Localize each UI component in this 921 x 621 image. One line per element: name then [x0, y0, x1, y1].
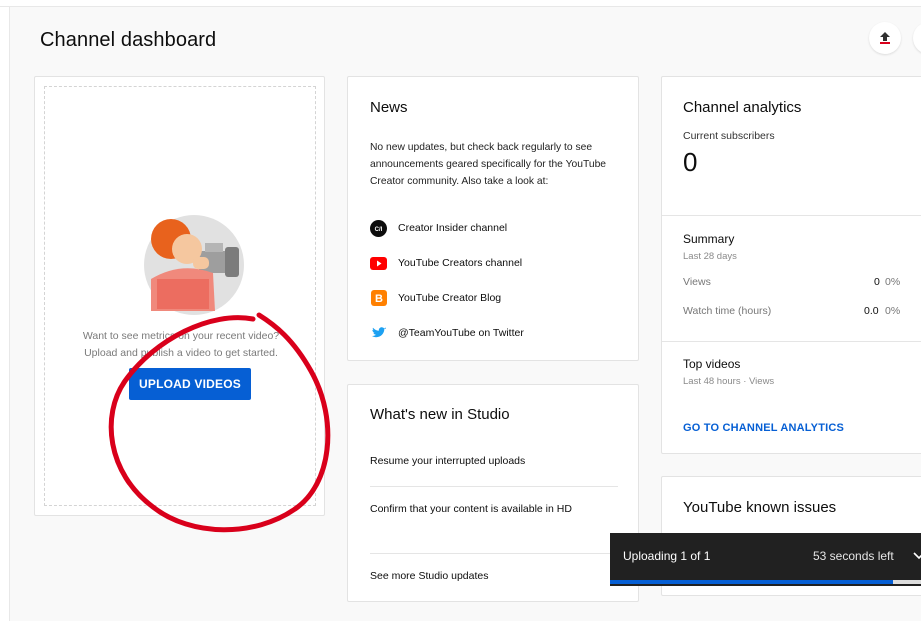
- svg-text:C/I: C/I: [375, 227, 383, 233]
- account-avatar[interactable]: [913, 22, 921, 54]
- twitter-bird-icon: [370, 325, 387, 342]
- analytics-divider: [662, 341, 921, 342]
- metric-change: 0%: [885, 276, 901, 288]
- youtube-creators-link[interactable]: YouTube Creators channel: [370, 254, 522, 272]
- creator-insider-label: Creator Insider channel: [398, 222, 508, 234]
- creator-insider-link[interactable]: C/I Creator Insider channel: [370, 219, 507, 237]
- upload-icon[interactable]: [869, 22, 901, 54]
- studio-divider: [370, 486, 618, 487]
- youtube-creators-label: YouTube Creators channel: [398, 257, 523, 269]
- metric-change: 0%: [885, 305, 901, 317]
- metric-value: 0.0: [864, 305, 879, 317]
- upload-status: Uploading 1 of 1: [623, 549, 711, 563]
- metric-label: Views: [683, 276, 711, 288]
- twitter-link[interactable]: @TeamYouTube on Twitter: [370, 324, 524, 342]
- studio-title: What's new in Studio: [370, 406, 510, 423]
- twitter-label: @TeamYouTube on Twitter: [398, 327, 524, 339]
- channel-analytics-card: Channel analytics Current subscribers 0 …: [661, 76, 921, 454]
- news-title: News: [370, 99, 408, 116]
- creator-insider-icon: C/I: [370, 219, 387, 237]
- upload-videos-button[interactable]: UPLOAD VIDEOS: [129, 368, 251, 400]
- top-videos-period: Last 48 hours · Views: [683, 376, 775, 387]
- creator-blog-label: YouTube Creator Blog: [398, 292, 502, 304]
- analytics-divider: [662, 215, 921, 216]
- creator-blog-link[interactable]: B YouTube Creator Blog: [370, 289, 501, 307]
- upload-prompt-line1: Want to see metrics on your recent video…: [82, 330, 280, 342]
- upload-progress-toast[interactable]: Uploading 1 of 1 53 seconds left: [610, 533, 921, 586]
- studio-item-resume-uploads[interactable]: Resume your interrupted uploads: [370, 453, 620, 470]
- known-issues-title: YouTube known issues: [683, 499, 837, 516]
- summary-period: Last 28 days: [683, 251, 737, 262]
- metric-value: 0: [874, 276, 880, 288]
- subscribers-label: Current subscribers: [683, 130, 775, 142]
- upload-prompt-line2: Upload and publish a video to get starte…: [84, 347, 278, 359]
- upload-progress-track: [610, 580, 921, 584]
- upload-prompt: Want to see metrics on your recent video…: [45, 328, 317, 362]
- upload-time-left: 53 seconds left: [813, 549, 894, 563]
- top-videos-title: Top videos: [683, 357, 741, 371]
- top-bar: [0, 0, 921, 7]
- svg-text:B: B: [375, 293, 383, 305]
- analytics-title: Channel analytics: [683, 99, 802, 116]
- summary-title: Summary: [683, 232, 735, 246]
- news-body: No new updates, but check back regularly…: [370, 142, 607, 187]
- studio-divider: [370, 553, 618, 554]
- subscribers-count: 0: [683, 147, 698, 177]
- upload-videos-card: Want to see metrics on your recent video…: [34, 76, 331, 533]
- studio-item-more-updates[interactable]: See more Studio updates: [370, 568, 620, 585]
- upload-progress-fill: [610, 580, 893, 584]
- metric-label: Watch time (hours): [683, 305, 772, 317]
- upload-dropzone: Want to see metrics on your recent video…: [44, 86, 316, 506]
- youtube-play-icon: [370, 255, 387, 272]
- whats-new-studio-card: What's new in Studio Resume your interru…: [347, 384, 639, 602]
- blogger-icon: B: [370, 290, 387, 307]
- page-title: Channel dashboard: [40, 29, 217, 51]
- left-nav-edge: [0, 7, 10, 621]
- chevron-down-icon[interactable]: [912, 546, 921, 564]
- news-card: News No new updates, but check back regu…: [347, 76, 639, 361]
- studio-item-hd[interactable]: Confirm that your content is available i…: [370, 501, 580, 518]
- go-to-channel-analytics-link[interactable]: GO TO CHANNEL ANALYTICS: [683, 422, 844, 434]
- camera-operator-illustration: [144, 215, 244, 315]
